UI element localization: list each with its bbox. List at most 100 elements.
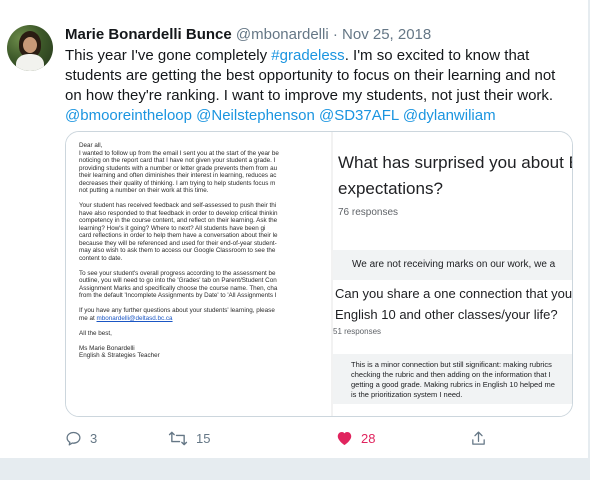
survey-response-2-line: getting a good grade. Making rubrics in …: [351, 380, 555, 389]
survey-question-1-line-1: What has surprised you about E: [338, 153, 573, 172]
letter-line-text: Ms Marie Bonardelli: [79, 344, 135, 352]
letter-line-text: Dear all,: [79, 142, 103, 149]
letter-line: competency in the course content, and re…: [79, 217, 277, 225]
tweet-line-1-pre: This year I've gone completely: [65, 47, 272, 64]
letter-line-text: because they will be referenced and used…: [79, 239, 277, 247]
tweet-actions: 3 15 28: [65, 428, 580, 448]
survey-response-2: This is a minor connection but still sig…: [333, 354, 572, 404]
tweet-line-2: students are getting the best opportunit…: [65, 67, 556, 84]
letter-line: noticing on the report card that I have …: [79, 157, 275, 165]
letter-line: Your student has received feedback and s…: [79, 202, 276, 210]
letter-line-text: Your student has received feedback and s…: [79, 202, 277, 209]
avatar[interactable]: [7, 25, 53, 71]
heart-icon: [337, 431, 352, 446]
mention-link[interactable]: @SD37AFL: [319, 107, 399, 124]
timeline-gap: [0, 458, 590, 480]
tweet-line-3: on how they're ranking. I want to improv…: [65, 87, 554, 104]
letter-line: If you have any further questions about …: [79, 307, 275, 315]
letter-image[interactable]: Dear all, I wanted to follow up from the …: [66, 132, 331, 416]
letter-line: All the best,: [79, 330, 112, 338]
share-button[interactable]: [470, 428, 487, 448]
survey-question-2: Can you share a one connection that you …: [333, 283, 573, 325]
letter-line-text: To see your student's overall progress a…: [79, 269, 276, 277]
letter-line: English & Strategies Teacher: [79, 352, 160, 360]
survey-response-2-line: This is a minor connection but still sig…: [351, 360, 552, 369]
letter-line: Assignment Marks and specifically choose…: [79, 285, 277, 293]
letter-line: Dear all,: [79, 142, 102, 150]
letter-line-text: from the default 'Incomplete Assignments…: [79, 292, 277, 299]
survey-question-2-line-1: Can you share a one connection that you: [335, 286, 573, 301]
like-count: 28: [361, 430, 376, 446]
letter-line-text: their learning and often diminishes thei…: [79, 172, 277, 179]
avatar-face: [23, 37, 37, 53]
letter-line: may also wish to ask them to access our …: [79, 247, 275, 255]
tweet-mentions: @bmooreintheloop @Neilstephenson @SD37AF…: [65, 106, 580, 126]
meta-separator: ·: [332, 26, 338, 43]
letter-line-text: providing students with a number or lett…: [79, 164, 278, 172]
tweet-line-1-post: . I'm so excited to know that: [344, 47, 530, 64]
avatar-body: [16, 54, 44, 71]
author-handle[interactable]: @mbonardelli: [236, 26, 329, 43]
letter-line: providing students with a number or lett…: [79, 165, 277, 173]
mention-link[interactable]: @bmooreintheloop: [65, 107, 192, 124]
tweet-date[interactable]: Nov 25, 2018: [342, 26, 431, 43]
share-icon: [472, 430, 485, 445]
survey-response-1: We are not receiving marks on our work, …: [333, 250, 572, 280]
letter-email-link: mbonardelli@deltasd.bc.ca: [96, 314, 173, 322]
hashtag-link[interactable]: #gradeless: [271, 47, 344, 64]
letter-line: Ms Marie Bonardelli: [79, 345, 135, 353]
letter-line-text: card reflections in order to help them h…: [79, 232, 278, 239]
tweet-header: Marie Bonardelli Bunce @mbonardelli · No…: [65, 25, 585, 45]
author-name[interactable]: Marie Bonardelli Bunce: [65, 26, 232, 43]
letter-line: outline, you will need to go into the 'G…: [79, 277, 277, 285]
letter-line-text: have also responded to that feedback in …: [79, 209, 278, 217]
mention-link[interactable]: @dylanwiliam: [403, 107, 496, 124]
letter-line: me at mbonardelli@deltasd.bc.ca: [79, 315, 173, 323]
tweet-line-1: This year I've gone completely #gradeles…: [65, 46, 580, 66]
retweet-icon: [168, 431, 188, 445]
like-button[interactable]: 28: [336, 428, 375, 448]
letter-line-text: Assignment Marks and specifically choose…: [79, 284, 278, 292]
letter-line-text: If you have any further questions about …: [79, 307, 275, 314]
letter-line-text: may also wish to ask them to access our …: [79, 247, 276, 254]
mention-link[interactable]: @Neilstephenson: [196, 107, 315, 124]
letter-line-text: All the best,: [79, 329, 112, 337]
letter-line-text: decreases their quality of thinking. I a…: [79, 179, 276, 187]
survey-question-1: What has surprised you about E expectati…: [338, 150, 573, 202]
reply-count: 3: [90, 430, 98, 446]
letter-line: I wanted to follow up from the email I s…: [79, 150, 279, 158]
survey-question-2-line-2: English 10 and other classes/your life?: [335, 307, 558, 322]
survey-response-2-line: checking the rubric and then adding on t…: [351, 370, 551, 379]
survey-image[interactable]: What has surprised you about E expectati…: [333, 132, 573, 416]
letter-line-text: not putting a number on their work at th…: [79, 187, 209, 194]
survey-response-2-line: is the prioritization system I need.: [351, 390, 463, 399]
letter-line-text: English & Strategies Teacher: [79, 352, 160, 359]
letter-line-text: me at: [79, 314, 97, 322]
reply-icon: [66, 431, 81, 446]
tweet-text: This year I've gone completely #gradeles…: [65, 46, 580, 126]
letter-line: card reflections in order to help them h…: [79, 232, 277, 240]
letter-line: learning? How's it going? Where to next?…: [79, 225, 265, 233]
letter-line: have also responded to that feedback in …: [79, 210, 277, 218]
reply-button[interactable]: 3: [65, 428, 97, 448]
retweet-button[interactable]: 15: [168, 428, 210, 448]
letter-line-text: I wanted to follow up from the email I s…: [79, 149, 279, 157]
letter-line-text: outline, you will need to go into the 'G…: [79, 277, 277, 284]
retweet-count: 15: [196, 430, 211, 446]
letter-line: because they will be referenced and used…: [79, 240, 277, 248]
survey-question-1-line-2: expectations?: [338, 179, 443, 198]
letter-line-text: noticing on the report card that I have …: [79, 157, 276, 164]
media-attachment: Dear all, I wanted to follow up from the …: [65, 131, 573, 417]
letter-line: content to date.: [79, 255, 122, 263]
letter-line: To see your student's overall progress a…: [79, 270, 276, 278]
survey-response-count-1: 76 responses: [338, 207, 399, 218]
survey-response-count-2: 51 responses: [333, 327, 382, 336]
letter-line-text: learning? How's it going? Where to next?…: [79, 224, 266, 232]
letter-line: from the default 'Incomplete Assignments…: [79, 292, 277, 300]
letter-line-text: competency in the course content, and re…: [79, 217, 278, 224]
letter-line: not putting a number on their work at th…: [79, 187, 209, 195]
survey-response-1-text: We are not receiving marks on our work, …: [352, 259, 556, 270]
letter-line: decreases their quality of thinking. I a…: [79, 180, 275, 188]
letter-line-text: content to date.: [79, 254, 123, 262]
letter-line: their learning and often diminishes thei…: [79, 172, 276, 180]
